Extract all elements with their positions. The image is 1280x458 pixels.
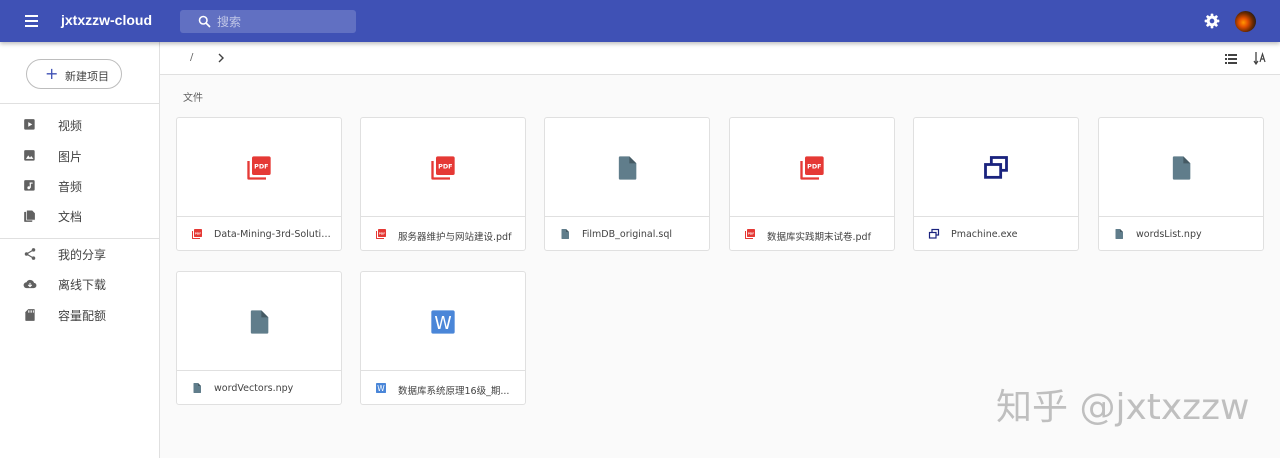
gear-icon[interactable] (1204, 13, 1220, 29)
file-name: Data-Mining-3rd-Solution... (214, 229, 332, 240)
new-item-button[interactable]: + 新建项目 (26, 59, 122, 89)
sidebar-item-label: 离线下载 (58, 278, 107, 292)
sort-by-alpha-icon[interactable] (1253, 51, 1267, 65)
file-preview (361, 272, 525, 371)
file-preview (177, 118, 341, 217)
share-icon (24, 248, 36, 260)
file-name: 服务器维护与网站建设.pdf (398, 232, 512, 243)
breadcrumb: / (160, 42, 1280, 75)
file-card[interactable]: wordsList.npy (1098, 117, 1264, 251)
sidebar-item-image[interactable]: 图片 (0, 142, 159, 170)
pdf-icon (798, 154, 826, 182)
file-icon (1167, 154, 1195, 182)
file-name: 数据库实践期末试卷.pdf (767, 232, 871, 243)
file-icon (1113, 228, 1125, 240)
sidebar-item-quota[interactable]: 容量配额 (0, 301, 159, 329)
word-icon (429, 308, 457, 336)
plus-icon: + (45, 64, 59, 83)
pdf-icon (744, 228, 756, 240)
list-view-icon[interactable] (1225, 54, 1237, 64)
video-icon (24, 119, 35, 130)
file-icon (613, 154, 641, 182)
file-card[interactable]: 数据库系统原理16级_期... (360, 271, 526, 405)
sidebar-item-video[interactable]: 视频 (0, 111, 159, 139)
file-card[interactable]: Data-Mining-3rd-Solution... (176, 117, 342, 251)
app-bar: jxtxzzw-cloud (0, 0, 1280, 42)
file-name: FilmDB_original.sql (582, 229, 673, 240)
file-preview (177, 272, 341, 371)
sd-card-icon (25, 309, 35, 321)
avatar[interactable] (1235, 11, 1256, 32)
sidebar-item-my-shares[interactable]: 我的分享 (0, 240, 159, 268)
menu-icon[interactable] (22, 11, 42, 31)
executable-icon (982, 154, 1010, 182)
file-card[interactable]: FilmDB_original.sql (544, 117, 710, 251)
executable-icon (928, 228, 940, 240)
file-name: Pmachine.exe (951, 229, 1018, 240)
sidebar-item-label: 视频 (58, 119, 83, 133)
file-preview (730, 118, 894, 217)
file-name: 数据库系统原理16级_期... (398, 386, 510, 397)
sidebar-divider (0, 103, 160, 104)
word-icon (375, 382, 387, 394)
search-input[interactable] (217, 12, 349, 31)
file-preview (361, 118, 525, 217)
search-box[interactable] (180, 10, 356, 33)
sidebar-divider (0, 238, 160, 239)
chevron-right-icon[interactable] (216, 53, 226, 63)
pdf-icon (375, 228, 387, 240)
sidebar-item-documents[interactable]: 文档 (0, 202, 159, 230)
sidebar-item-offline-download[interactable]: 离线下载 (0, 270, 159, 298)
new-item-label: 新建项目 (65, 70, 109, 83)
file-card[interactable]: Pmachine.exe (913, 117, 1079, 251)
search-icon (198, 15, 211, 28)
pdf-icon (429, 154, 457, 182)
document-icon (24, 209, 36, 222)
audio-icon (24, 180, 35, 191)
app-title: jxtxzzw-cloud (61, 12, 153, 28)
breadcrumb-root[interactable]: / (190, 52, 193, 63)
sidebar-item-label: 文档 (58, 210, 83, 224)
file-icon (245, 308, 273, 336)
section-label-files: 文件 (183, 93, 203, 104)
file-preview (545, 118, 709, 217)
sidebar-item-label: 容量配额 (58, 309, 107, 323)
file-name: wordVectors.npy (214, 383, 294, 394)
file-card[interactable]: wordVectors.npy (176, 271, 342, 405)
sidebar-item-audio[interactable]: 音频 (0, 172, 159, 200)
sidebar-item-label: 音频 (58, 180, 83, 194)
file-card[interactable]: 服务器维护与网站建设.pdf (360, 117, 526, 251)
watermark: 知乎 @jxtxzzw (996, 387, 1250, 428)
file-icon (559, 228, 571, 240)
file-preview (1099, 118, 1263, 217)
image-icon (24, 150, 35, 161)
file-name: wordsList.npy (1136, 229, 1202, 240)
pdf-icon (245, 154, 273, 182)
cloud-download-icon (23, 279, 37, 289)
sidebar-item-label: 我的分享 (58, 248, 107, 262)
sidebar: + 新建项目 视频 图片 音频 文档 我的分享 离线下载 容量配额 (0, 42, 160, 458)
file-icon (191, 382, 203, 394)
sidebar-item-label: 图片 (58, 150, 83, 164)
file-card[interactable]: 数据库实践期末试卷.pdf (729, 117, 895, 251)
pdf-icon (191, 228, 203, 240)
file-preview (914, 118, 1078, 217)
